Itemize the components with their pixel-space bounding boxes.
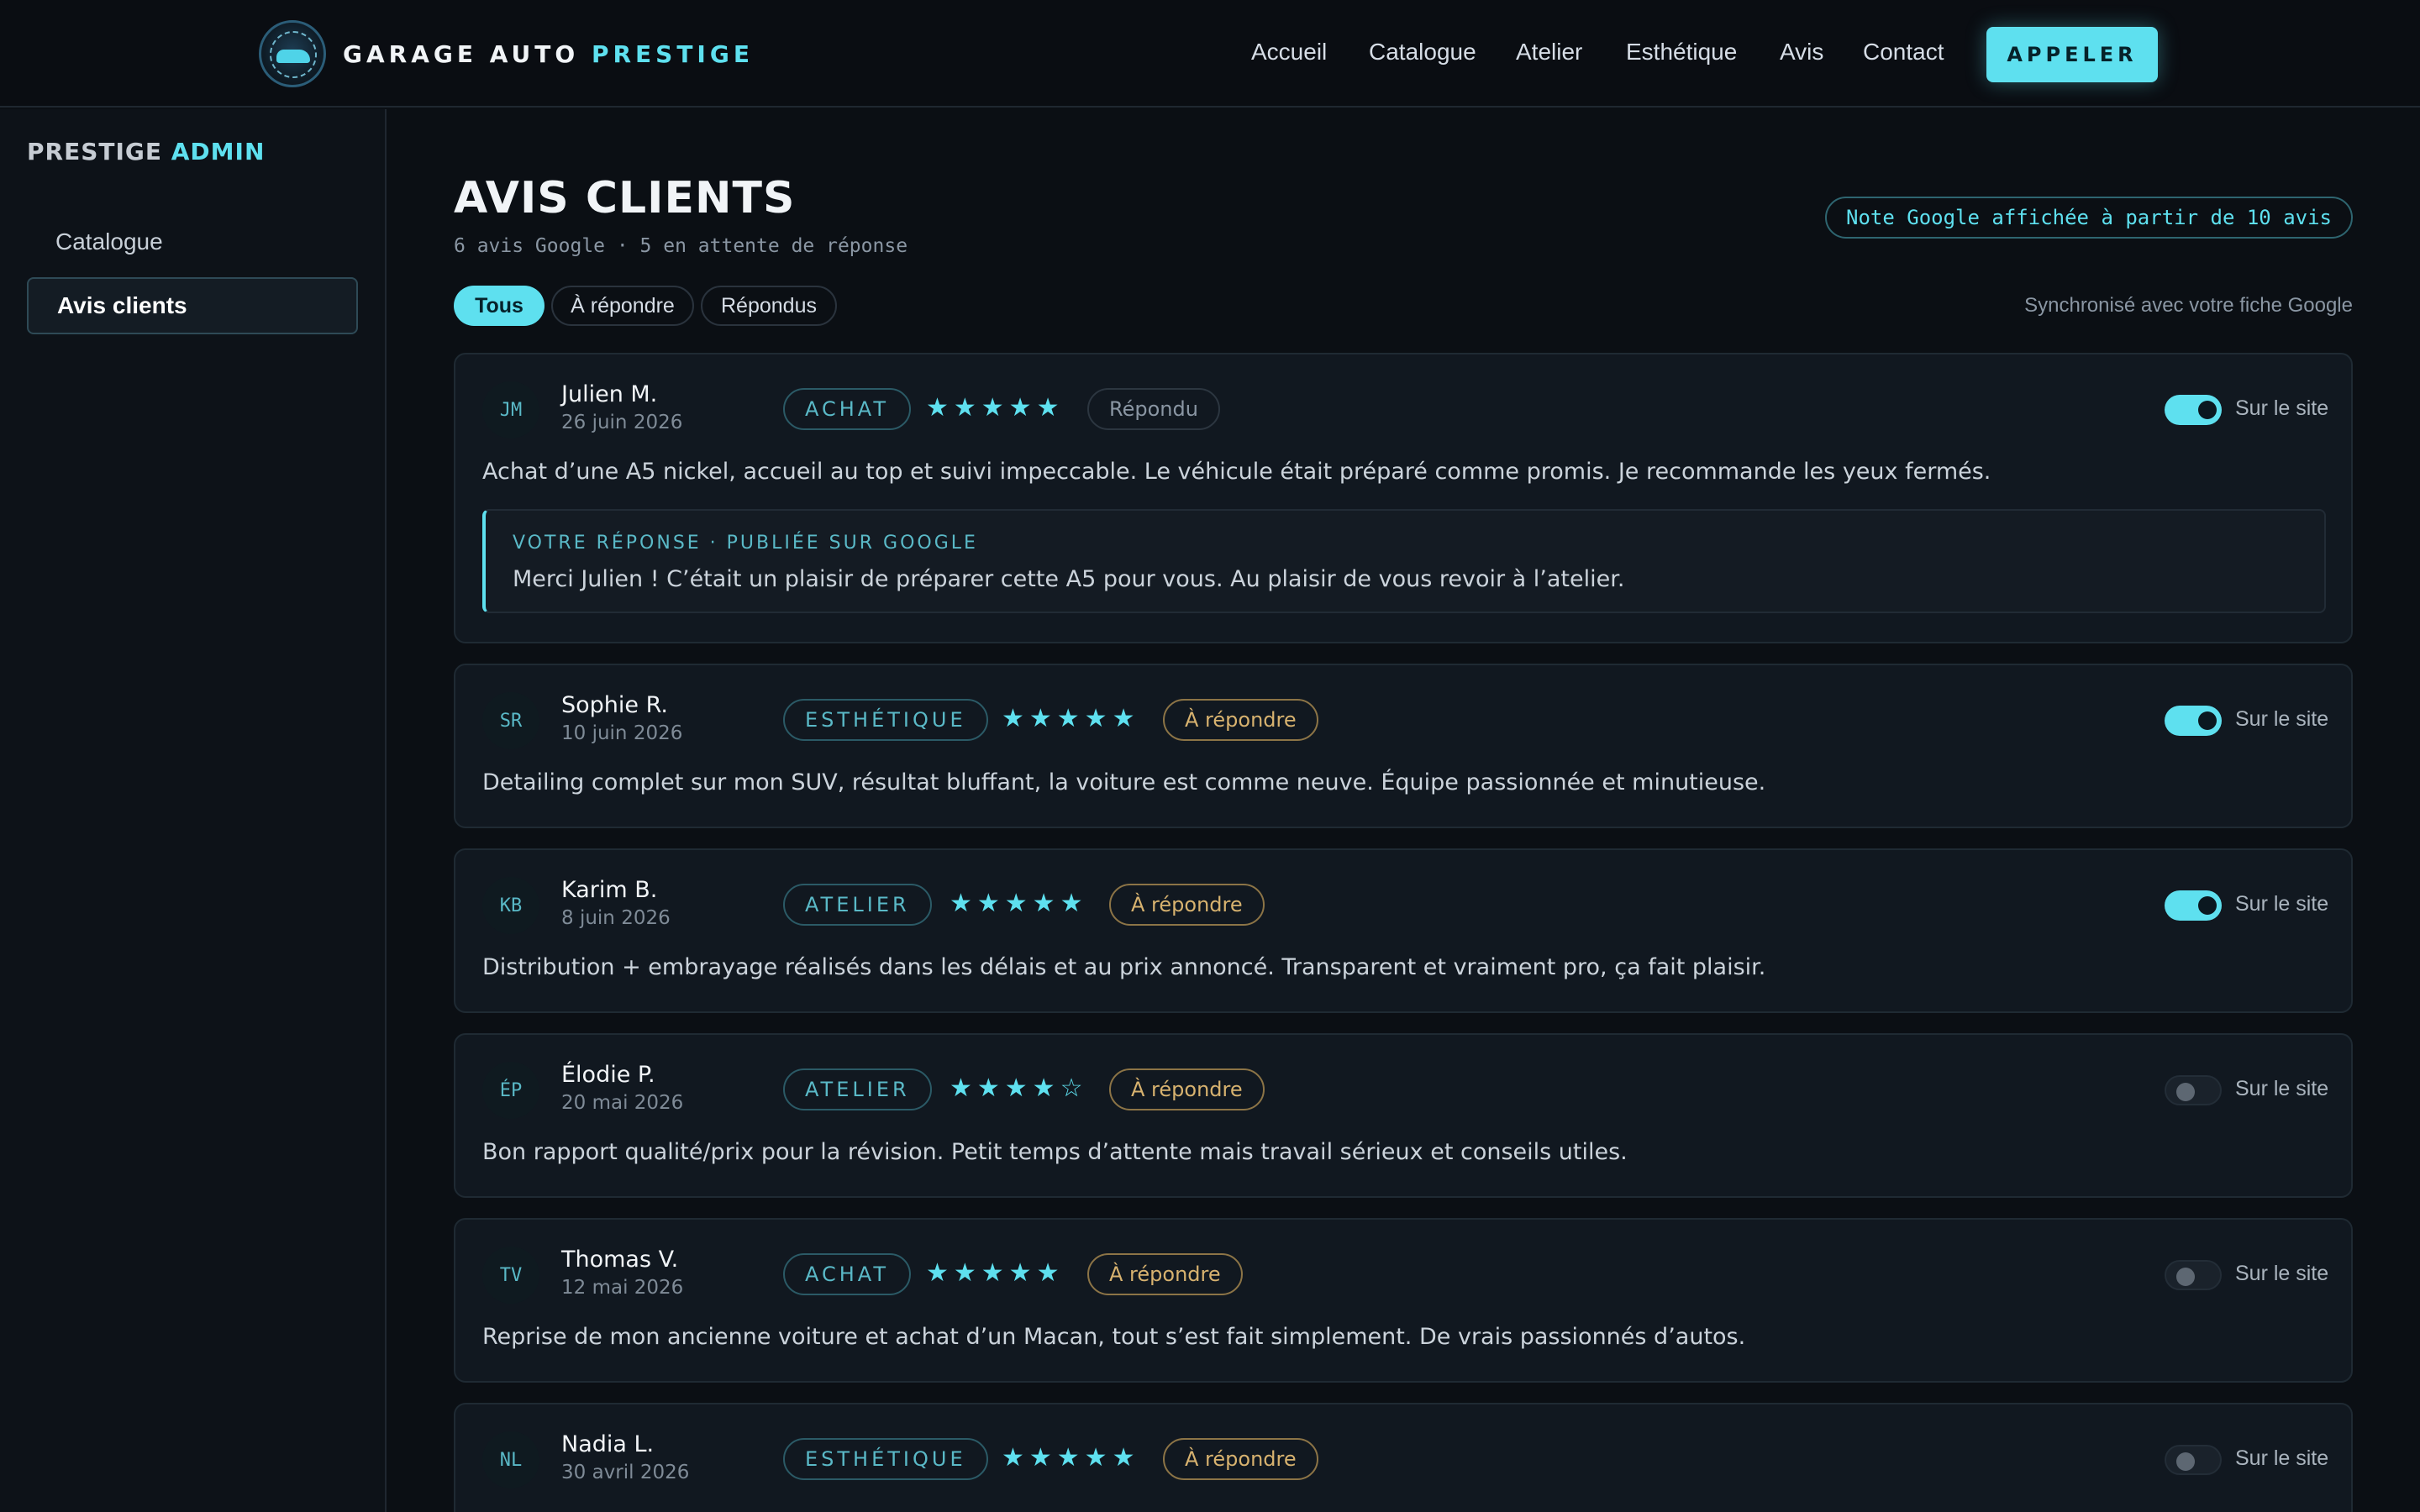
brand[interactable]: GARAGE AUTO PRESTIGE: [259, 20, 754, 87]
avatar: TV: [482, 1247, 539, 1304]
site-visibility-toggle[interactable]: [2165, 395, 2222, 425]
category-badge: ESTHÉTIQUE: [783, 1438, 988, 1480]
review-card: JM Julien M. 26 juin 2026 ACHAT ★★★★★ Ré…: [454, 353, 2353, 643]
nav-accueil[interactable]: Accueil: [1251, 39, 1327, 66]
avatar: JM: [482, 381, 539, 438]
sidebar-item-catalogue[interactable]: Catalogue: [27, 213, 358, 270]
avatar: SR: [482, 692, 539, 749]
review-date: 20 mai 2026: [561, 1092, 684, 1114]
avatar: NL: [482, 1431, 539, 1488]
reviewer-name: Thomas V.: [561, 1247, 679, 1273]
category-badge: ACHAT: [783, 388, 912, 430]
review-date: 10 juin 2026: [561, 722, 683, 744]
site-visibility-label: Sur le site: [2235, 892, 2329, 916]
filter-repondus[interactable]: Répondus: [701, 286, 837, 326]
site-visibility-label: Sur le site: [2235, 707, 2329, 731]
reviewer-name: Élodie P.: [561, 1062, 655, 1088]
review-card: SR Sophie R. 10 juin 2026 ESTHÉTIQUE ★★★…: [454, 664, 2353, 828]
reviewer-name: Julien M.: [561, 381, 658, 407]
star-rating: ★★★★★: [926, 393, 1065, 423]
review-text: Bon rapport qualité/prix pour la révisio…: [482, 1139, 1628, 1165]
site-visibility-toggle[interactable]: [2165, 1445, 2222, 1475]
google-note-badge: Note Google affichée à partir de 10 avis: [1825, 197, 2353, 239]
status-badge: Répondu: [1087, 388, 1220, 430]
avatar: KB: [482, 877, 539, 934]
site-visibility-toggle[interactable]: [2165, 890, 2222, 921]
top-navbar: GARAGE AUTO PRESTIGE Accueil Catalogue A…: [0, 0, 2420, 108]
category-badge: ACHAT: [783, 1253, 912, 1295]
review-card: TV Thomas V. 12 mai 2026 ACHAT ★★★★★ À r…: [454, 1218, 2353, 1383]
status-badge: À répondre: [1109, 1068, 1265, 1110]
filter-tous[interactable]: Tous: [454, 286, 544, 326]
nav-esthetique[interactable]: Esthétique: [1626, 39, 1737, 66]
reviewer-name: Sophie R.: [561, 692, 668, 718]
review-card: NL Nadia L. 30 avril 2026 ESTHÉTIQUE ★★★…: [454, 1403, 2353, 1512]
sync-status: Synchronisé avec votre fiche Google: [2024, 294, 2353, 317]
owner-reply: VOTRE RÉPONSE · PUBLIÉE SUR GOOGLE Merci…: [482, 509, 2326, 613]
avatar: ÉP: [482, 1062, 539, 1119]
review-date: 26 juin 2026: [561, 412, 683, 433]
sidebar-title: PRESTIGE ADMIN: [27, 138, 266, 165]
site-visibility-toggle[interactable]: [2165, 1260, 2222, 1290]
category-badge: ESTHÉTIQUE: [783, 699, 988, 741]
admin-sidebar: PRESTIGE ADMIN Catalogue Avis clients: [0, 109, 387, 1512]
reviewer-name: Nadia L.: [561, 1431, 655, 1457]
star-rating: ★★★★★: [1002, 704, 1140, 733]
status-badge: À répondre: [1163, 1438, 1318, 1480]
review-text: Detailing complet sur mon SUV, résultat …: [482, 769, 1766, 795]
review-card: KB Karim B. 8 juin 2026 ATELIER ★★★★★ À …: [454, 848, 2353, 1013]
review-date: 8 juin 2026: [561, 907, 671, 929]
filter-a-repondre[interactable]: À répondre: [551, 286, 694, 326]
reviewer-name: Karim B.: [561, 877, 658, 903]
call-button[interactable]: APPELER: [1986, 27, 2158, 82]
brand-name: GARAGE AUTO PRESTIGE: [343, 39, 754, 68]
site-visibility-toggle[interactable]: [2165, 1075, 2222, 1105]
review-date: 30 avril 2026: [561, 1462, 690, 1483]
site-visibility-label: Sur le site: [2235, 1262, 2329, 1285]
reply-text: Merci Julien ! C’était un plaisir de pré…: [513, 566, 1625, 592]
star-rating: ★★★★★: [950, 889, 1088, 918]
star-rating: ★★★★★: [1002, 1443, 1140, 1473]
category-badge: ATELIER: [783, 884, 932, 926]
reply-label: VOTRE RÉPONSE · PUBLIÉE SUR GOOGLE: [513, 533, 978, 554]
review-text: Achat d’une A5 nickel, accueil au top et…: [482, 459, 1991, 485]
site-visibility-label: Sur le site: [2235, 396, 2329, 420]
nav-contact[interactable]: Contact: [1863, 39, 1944, 66]
star-rating: ★★★★★: [926, 1258, 1065, 1288]
status-badge: À répondre: [1109, 884, 1265, 926]
site-visibility-label: Sur le site: [2235, 1446, 2329, 1470]
nav-atelier[interactable]: Atelier: [1516, 39, 1582, 66]
review-text: Reprise de mon ancienne voiture et achat…: [482, 1324, 1746, 1350]
page-title: AVIS CLIENTS: [454, 173, 796, 223]
garage-logo-icon: [259, 20, 326, 87]
site-visibility-label: Sur le site: [2235, 1077, 2329, 1100]
status-badge: À répondre: [1087, 1253, 1243, 1295]
category-badge: ATELIER: [783, 1068, 932, 1110]
review-text: Distribution + embrayage réalisés dans l…: [482, 954, 1766, 980]
nav-catalogue[interactable]: Catalogue: [1369, 39, 1476, 66]
nav-avis[interactable]: Avis: [1780, 39, 1823, 66]
review-date: 12 mai 2026: [561, 1277, 684, 1299]
review-card: ÉP Élodie P. 20 mai 2026 ATELIER ★★★★☆ À…: [454, 1033, 2353, 1198]
star-rating: ★★★★☆: [950, 1074, 1088, 1103]
status-badge: À répondre: [1163, 699, 1318, 741]
sidebar-item-avis-clients[interactable]: Avis clients: [27, 277, 358, 334]
page-subtitle: 6 avis Google · 5 en attente de réponse: [454, 235, 908, 257]
site-visibility-toggle[interactable]: [2165, 706, 2222, 736]
